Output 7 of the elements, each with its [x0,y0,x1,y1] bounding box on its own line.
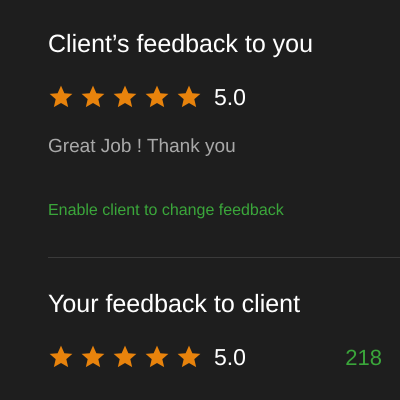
rating-value: 5.0 [214,343,246,372]
change-feedback-link[interactable]: Enable client to change feedback [48,202,284,219]
feedback-comment: Great Job ! Thank you [48,134,237,158]
feedback-count: 218 [345,344,382,372]
section-title: Your feedback to client [48,289,302,320]
rating-value: 5.0 [214,83,246,112]
section-title: Client’s feedback to you [48,29,314,60]
